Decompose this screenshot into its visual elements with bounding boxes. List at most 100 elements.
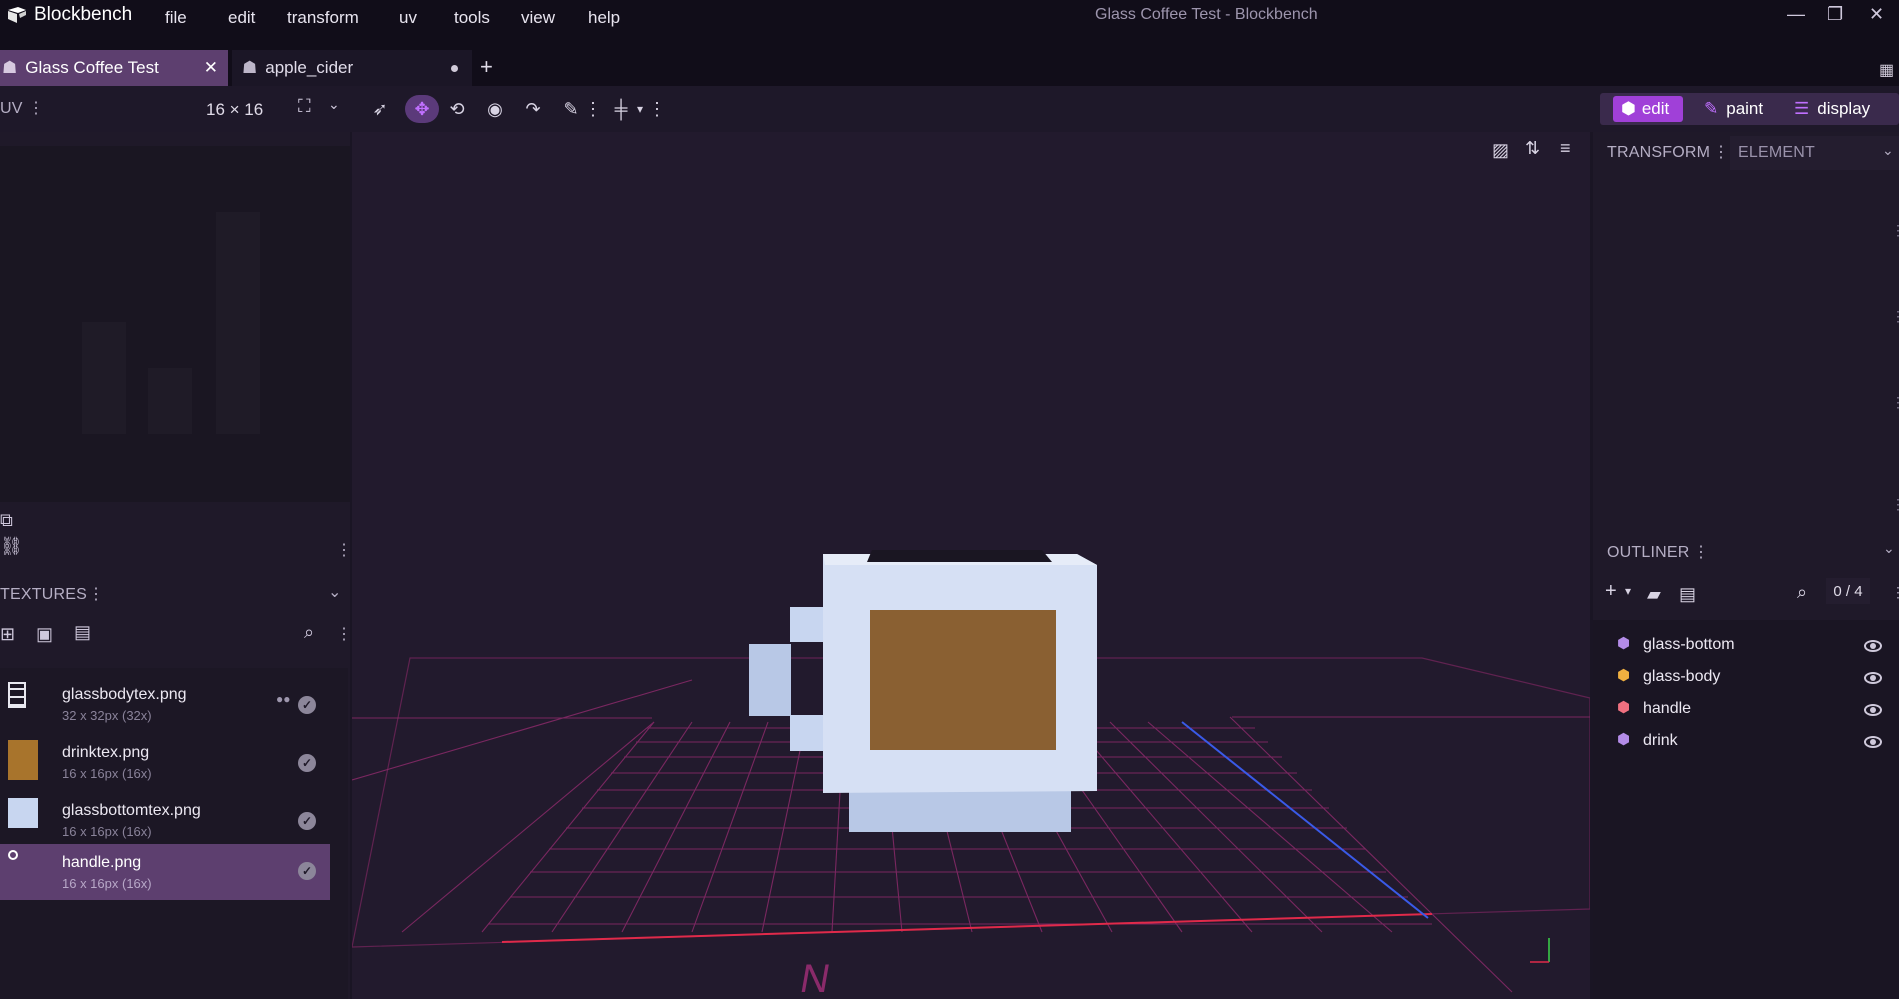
tab-bar: ☗ Glass Coffee Test ✕ ☗ apple_cider + ▦ — [0, 36, 1899, 86]
add-element-icon[interactable]: + — [1605, 580, 1617, 603]
app-logo: Blockbench — [6, 4, 132, 26]
outliner-options-icon[interactable]: ⋮ — [1891, 584, 1899, 601]
close-window-button[interactable]: ✕ — [1869, 4, 1884, 25]
toolbar-menu-icon[interactable]: ⋮ — [648, 96, 666, 122]
outliner-item[interactable]: ⬢ handle — [1613, 696, 1893, 722]
add-group-icon[interactable]: ▰ — [1647, 584, 1661, 605]
uv-panel-title: UV — [0, 100, 23, 117]
rotate-tool-icon[interactable]: ⟲ — [444, 96, 470, 122]
minimize-button[interactable]: — — [1787, 4, 1805, 25]
chevron-down-icon[interactable]: ⌄ — [1883, 540, 1895, 557]
collapse-icon[interactable]: ⌄ — [328, 582, 341, 602]
check-icon[interactable]: ✓ — [298, 862, 316, 880]
texture-size: 32 x 32px (32x) — [62, 708, 152, 723]
menu-file[interactable]: file — [165, 8, 187, 28]
outliner-list: ⬢ glass-bottom ⬢ glass-body ⬢ handle ⬢ d… — [1593, 620, 1899, 999]
restore-button[interactable]: ❐ — [1827, 4, 1843, 25]
menu-view[interactable]: view — [521, 8, 555, 28]
vertex-snap-icon[interactable]: ➶ — [367, 96, 393, 122]
uv-editor-canvas[interactable] — [0, 146, 350, 502]
mode-display-button[interactable]: ☰ display — [1794, 96, 1870, 122]
search-icon[interactable]: ⌕ — [1797, 582, 1807, 603]
chevron-down-icon[interactable]: ▾ — [1625, 584, 1631, 598]
north-marker: N — [797, 956, 834, 999]
outliner-item[interactable]: ⬢ glass-body — [1613, 664, 1893, 690]
fullscreen-icon[interactable]: ⛶ — [298, 96, 311, 117]
cube-icon: ⬢ — [1617, 667, 1631, 684]
brush-tool-icon[interactable]: ✎ — [558, 96, 584, 122]
transform-menu-icon[interactable]: ⋮ — [1713, 142, 1729, 162]
outliner-menu-icon[interactable]: ⋮ — [1693, 542, 1709, 562]
check-icon[interactable]: ✓ — [298, 696, 316, 714]
eye-icon[interactable] — [1864, 640, 1882, 652]
menu-transform[interactable]: transform — [287, 8, 359, 28]
row-menu-icon[interactable]: ⋮ — [1891, 496, 1899, 513]
menu-uv[interactable]: uv — [399, 8, 417, 28]
mode-paint-button[interactable]: ✎ paint — [1704, 96, 1763, 122]
textures-options-icon[interactable]: ⋮ — [336, 624, 352, 644]
element-dropdown[interactable]: ELEMENT ⌄ — [1730, 136, 1899, 170]
window-title: Glass Coffee Test - Blockbench — [1095, 6, 1318, 23]
uv-menu-icon[interactable]: ⋮ — [28, 98, 44, 118]
textures-menu-icon[interactable]: ⋮ — [88, 584, 104, 604]
tab-glass-coffee-test[interactable]: ☗ Glass Coffee Test ✕ — [0, 50, 228, 86]
3d-viewport[interactable]: N ▨ ⇅ ≡ — [352, 132, 1590, 999]
menu-tools[interactable]: tools — [454, 8, 490, 28]
copy-uv-icon[interactable]: ⧉ — [0, 510, 13, 531]
row-menu-icon[interactable]: ⋮ — [1891, 308, 1899, 325]
import-textures-icon[interactable]: ▤ — [74, 622, 91, 643]
eye-icon[interactable] — [1864, 704, 1882, 716]
texture-item[interactable]: glassbottomtex.png 16 x 16px (16x) ✓ — [0, 784, 330, 842]
element-name: glass-bottom — [1643, 636, 1735, 653]
blockbench-logo-icon — [8, 7, 26, 23]
x-axis-line — [501, 913, 1433, 943]
title-bar: Blockbench file edit transform uv tools … — [0, 0, 1899, 36]
close-tab-icon[interactable]: ✕ — [204, 58, 218, 78]
move-tool-icon[interactable]: ✥ — [405, 95, 439, 123]
viewport-menu-icon[interactable]: ≡ — [1560, 138, 1571, 159]
texture-item-selected[interactable]: handle.png 16 x 16px (16x) ✓ — [0, 844, 330, 900]
tab-label: Glass Coffee Test — [25, 58, 159, 77]
tab-apple-cider[interactable]: ☗ apple_cider — [232, 50, 472, 86]
texture-name: glassbodytex.png — [62, 686, 187, 703]
tool-menu-icon[interactable]: ⋮ — [584, 96, 602, 122]
pivot-tool-icon[interactable]: ◉ — [482, 96, 508, 122]
add-texture-icon[interactable]: ⊞ — [0, 624, 15, 645]
eye-icon[interactable] — [1864, 736, 1882, 748]
chevron-down-icon[interactable]: ⌄ — [328, 96, 340, 113]
menu-edit[interactable]: edit — [228, 8, 255, 28]
drink-block — [870, 610, 1056, 750]
eye-icon[interactable] — [1864, 672, 1882, 684]
texture-item[interactable]: glassbodytex.png 32 x 32px (32x) ●● ✓ — [0, 668, 330, 726]
resize-tool-icon[interactable]: ↷ — [520, 96, 546, 122]
outliner-item[interactable]: ⬢ glass-bottom — [1613, 632, 1893, 658]
mode-edit-button[interactable]: ⬢ edit — [1613, 96, 1683, 122]
glass-bottom-block — [849, 790, 1071, 832]
outliner-item[interactable]: ⬢ drink — [1613, 728, 1893, 754]
mode-display-label: display — [1817, 99, 1871, 118]
pivot-mode-icon[interactable]: ╪ — [608, 96, 634, 122]
texture-thumbnail — [8, 850, 18, 860]
cube-icon: ⬢ — [1617, 731, 1631, 748]
uv-options-icon[interactable]: ⋮ — [336, 540, 352, 560]
search-icon[interactable]: ⌕ — [304, 622, 314, 643]
row-menu-icon[interactable]: ⋮ — [1891, 222, 1899, 239]
check-icon[interactable]: ✓ — [298, 754, 316, 772]
check-icon[interactable]: ✓ — [298, 812, 316, 830]
texture-item[interactable]: drinktex.png 16 x 16px (16x) ✓ — [0, 726, 330, 784]
grid-menu-icon[interactable]: ▦ — [1879, 60, 1894, 80]
new-texture-icon[interactable]: ▣ — [36, 624, 53, 645]
chevron-down-icon[interactable]: ▾ — [634, 96, 646, 122]
mode-edit-label: edit — [1641, 99, 1670, 118]
sort-icon[interactable]: ⇅ — [1525, 138, 1540, 159]
particle-icon[interactable]: ●● — [276, 692, 291, 706]
menu-help[interactable]: help — [588, 8, 620, 28]
row-menu-icon[interactable]: ⋮ — [1891, 394, 1899, 411]
transform-title: TRANSFORM — [1607, 144, 1711, 161]
background-image-icon[interactable]: ▨ — [1492, 140, 1509, 161]
cube-icon: ⬢ — [1617, 635, 1631, 652]
texture-size: 16 x 16px (16x) — [62, 876, 152, 891]
new-tab-button[interactable]: + — [480, 54, 493, 80]
link-icon[interactable]: ⛓ — [0, 536, 23, 557]
toggle-options-icon[interactable]: ▤ — [1679, 584, 1696, 605]
